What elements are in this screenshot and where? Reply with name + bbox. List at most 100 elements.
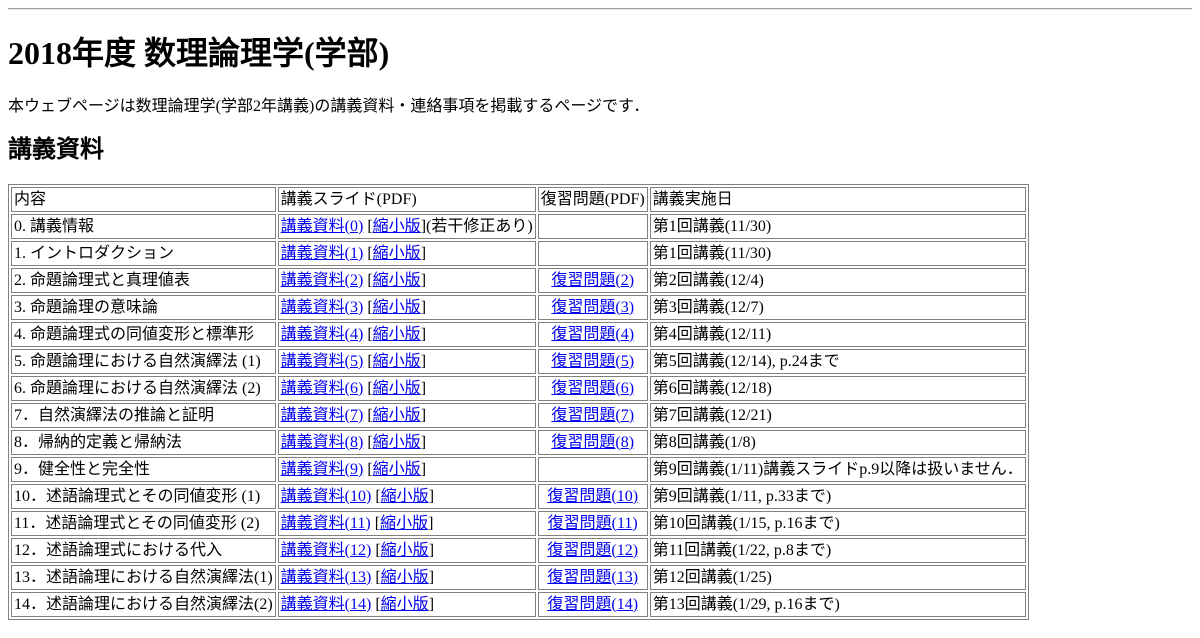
- cell-date: 第2回講義(12/4): [649, 268, 1026, 293]
- cell-content: 6. 命題論理における自然演繹法 (2): [11, 376, 276, 401]
- small-version-link[interactable]: 縮小版: [381, 488, 429, 505]
- slide-pdf-link[interactable]: 講義資料(11): [281, 515, 371, 532]
- review-pdf-link[interactable]: 復習問題(2): [551, 272, 634, 289]
- page-title: 2018年度 数理論理学(学部): [8, 35, 390, 71]
- cell-slides: 講義資料(8) [縮小版]: [277, 430, 536, 455]
- page: 2018年度 数理論理学(学部) 本ウェブページは数理論理学(学部2年講義)の講…: [0, 8, 1200, 620]
- cell-slides: 講義資料(5) [縮小版]: [277, 349, 536, 374]
- cell-slides: 講義資料(12) [縮小版]: [277, 538, 536, 563]
- cell-slides: 講義資料(9) [縮小版]: [277, 457, 536, 482]
- small-version-link[interactable]: 縮小版: [380, 515, 428, 532]
- cell-slides: 講義資料(3) [縮小版]: [277, 295, 536, 320]
- review-pdf-link[interactable]: 復習問題(4): [551, 326, 634, 343]
- cell-review: 復習問題(4): [537, 322, 648, 347]
- header-slides: 講義スライド(PDF): [277, 187, 536, 212]
- header-review: 復習問題(PDF): [537, 187, 648, 212]
- cell-review: [537, 214, 648, 239]
- review-pdf-link[interactable]: 復習問題(3): [551, 299, 634, 316]
- cell-slides: 講義資料(7) [縮小版]: [277, 403, 536, 428]
- intro-text: 本ウェブページは数理論理学(学部2年講義)の講義資料・連絡事項を掲載するページで…: [8, 98, 650, 115]
- small-version-link[interactable]: 縮小版: [373, 218, 421, 235]
- cell-review: 復習問題(13): [537, 565, 648, 590]
- small-version-link[interactable]: 縮小版: [373, 380, 421, 397]
- review-pdf-link[interactable]: 復習問題(14): [547, 596, 638, 613]
- table-row: 0. 講義情報 講義資料(0) [縮小版](若干修正あり) 第1回講義(11/30): [11, 214, 1026, 239]
- table-row: 14．述語論理における自然演繹法(2) 講義資料(14) [縮小版] 復習問題(14…: [11, 592, 1026, 617]
- small-version-link[interactable]: 縮小版: [373, 245, 421, 262]
- small-version-link[interactable]: 縮小版: [373, 434, 421, 451]
- small-version-link[interactable]: 縮小版: [381, 569, 429, 586]
- slide-pdf-link[interactable]: 講義資料(6): [281, 380, 364, 397]
- cell-slides: 講義資料(2) [縮小版]: [277, 268, 536, 293]
- review-pdf-link[interactable]: 復習問題(10): [547, 488, 638, 505]
- review-pdf-link[interactable]: 復習問題(6): [551, 380, 634, 397]
- cell-review: 復習問題(2): [537, 268, 648, 293]
- cell-date: 第8回講義(1/8): [649, 430, 1026, 455]
- slide-pdf-link[interactable]: 講義資料(12): [281, 542, 372, 559]
- cell-review: 復習問題(6): [537, 376, 648, 401]
- slide-pdf-link[interactable]: 講義資料(8): [281, 434, 364, 451]
- review-pdf-link[interactable]: 復習問題(12): [547, 542, 638, 559]
- cell-content: 14．述語論理における自然演繹法(2): [11, 592, 276, 617]
- cell-slides: 講義資料(11) [縮小版]: [277, 511, 536, 536]
- cell-slides: 講義資料(13) [縮小版]: [277, 565, 536, 590]
- table-row: 6. 命題論理における自然演繹法 (2) 講義資料(6) [縮小版] 復習問題(6)…: [11, 376, 1026, 401]
- cell-date: 第3回講義(12/7): [649, 295, 1026, 320]
- table-row: 1. イントロダクション 講義資料(1) [縮小版] 第1回講義(11/30): [11, 241, 1026, 266]
- slide-pdf-link[interactable]: 講義資料(2): [281, 272, 364, 289]
- slide-pdf-link[interactable]: 講義資料(4): [281, 326, 364, 343]
- review-pdf-link[interactable]: 復習問題(7): [551, 407, 634, 424]
- cell-date: 第10回講義(1/15, p.16まで): [649, 511, 1026, 536]
- small-version-link[interactable]: 縮小版: [381, 596, 429, 613]
- slide-pdf-link[interactable]: 講義資料(7): [281, 407, 364, 424]
- lecture-materials-table: 内容 講義スライド(PDF) 復習問題(PDF) 講義実施日 0. 講義情報 講義…: [8, 184, 1029, 620]
- cell-review: 復習問題(7): [537, 403, 648, 428]
- small-version-link[interactable]: 縮小版: [373, 272, 421, 289]
- cell-date: 第11回講義(1/22, p.8まで): [649, 538, 1026, 563]
- cell-review: 復習問題(11): [537, 511, 648, 536]
- table-row: 12．述語論理式における代入 講義資料(12) [縮小版] 復習問題(12) 第11回…: [11, 538, 1026, 563]
- table-row: 5. 命題論理における自然演繹法 (1) 講義資料(5) [縮小版] 復習問題(5)…: [11, 349, 1026, 374]
- slide-pdf-link[interactable]: 講義資料(3): [281, 299, 364, 316]
- table-row: 9．健全性と完全性 講義資料(9) [縮小版] 第9回講義(1/11)講義スライドp…: [11, 457, 1026, 482]
- table-row: 10．述語論理式とその同値変形 (1) 講義資料(10) [縮小版] 復習問題(10…: [11, 484, 1026, 509]
- table-row: 3. 命題論理の意味論 講義資料(3) [縮小版] 復習問題(3) 第3回講義(12/…: [11, 295, 1026, 320]
- cell-slides: 講義資料(4) [縮小版]: [277, 322, 536, 347]
- small-version-link[interactable]: 縮小版: [373, 299, 421, 316]
- review-pdf-link[interactable]: 復習問題(13): [547, 569, 638, 586]
- cell-content: 7．自然演繹法の推論と証明: [11, 403, 276, 428]
- table-header-row: 内容 講義スライド(PDF) 復習問題(PDF) 講義実施日: [11, 187, 1026, 212]
- small-version-link[interactable]: 縮小版: [381, 542, 429, 559]
- cell-review: 復習問題(12): [537, 538, 648, 563]
- cell-date: 第9回講義(1/11, p.33まで): [649, 484, 1026, 509]
- slide-pdf-link[interactable]: 講義資料(10): [281, 488, 372, 505]
- cell-content: 12．述語論理式における代入: [11, 538, 276, 563]
- small-version-link[interactable]: 縮小版: [373, 461, 421, 478]
- cell-content: 10．述語論理式とその同値変形 (1): [11, 484, 276, 509]
- review-pdf-link[interactable]: 復習問題(8): [551, 434, 634, 451]
- cell-content: 8．帰納的定義と帰納法: [11, 430, 276, 455]
- cell-content: 3. 命題論理の意味論: [11, 295, 276, 320]
- slide-pdf-link[interactable]: 講義資料(9): [281, 461, 364, 478]
- header-content: 内容: [11, 187, 276, 212]
- small-version-link[interactable]: 縮小版: [373, 326, 421, 343]
- table-row: 13．述語論理における自然演繹法(1) 講義資料(13) [縮小版] 復習問題(13…: [11, 565, 1026, 590]
- slide-pdf-link[interactable]: 講義資料(14): [281, 596, 372, 613]
- slide-pdf-link[interactable]: 講義資料(13): [281, 569, 372, 586]
- cell-review: [537, 457, 648, 482]
- cell-date: 第13回講義(1/29, p.16まで): [649, 592, 1026, 617]
- cell-slides: 講義資料(6) [縮小版]: [277, 376, 536, 401]
- cell-date: 第6回講義(12/18): [649, 376, 1026, 401]
- cell-content: 0. 講義情報: [11, 214, 276, 239]
- small-version-link[interactable]: 縮小版: [373, 353, 421, 370]
- table-row: 7．自然演繹法の推論と証明 講義資料(7) [縮小版] 復習問題(7) 第7回講義(1…: [11, 403, 1026, 428]
- slide-pdf-link[interactable]: 講義資料(1): [281, 245, 364, 262]
- slide-pdf-link[interactable]: 講義資料(5): [281, 353, 364, 370]
- cell-review: 復習問題(3): [537, 295, 648, 320]
- review-pdf-link[interactable]: 復習問題(11): [548, 515, 638, 532]
- top-divider: [8, 8, 1192, 10]
- review-pdf-link[interactable]: 復習問題(5): [551, 353, 634, 370]
- slide-pdf-link[interactable]: 講義資料(0): [281, 218, 364, 235]
- section-heading-materials: 講義資料: [8, 137, 104, 163]
- small-version-link[interactable]: 縮小版: [373, 407, 421, 424]
